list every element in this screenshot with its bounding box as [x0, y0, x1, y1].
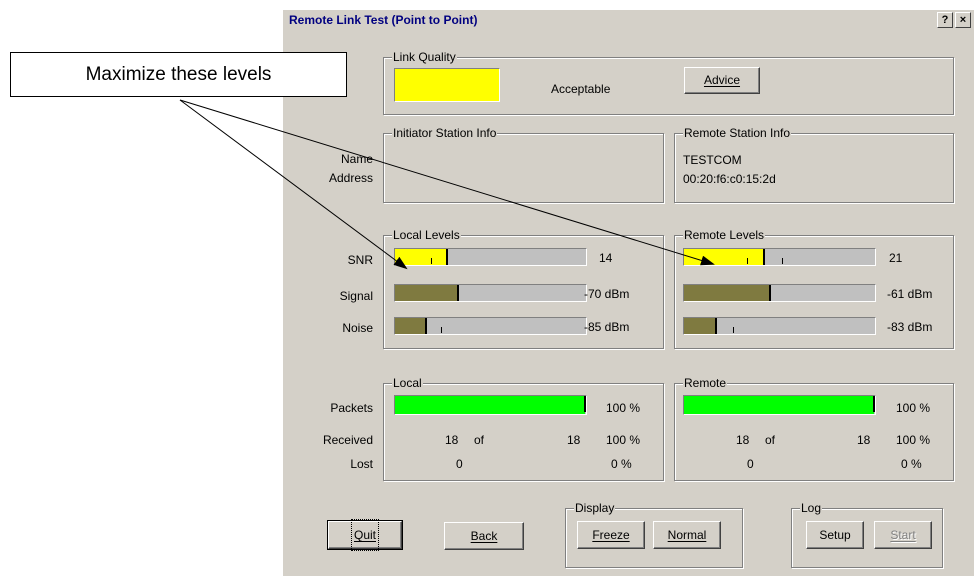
arrow-to-remote-snr — [179, 99, 715, 266]
annotation-arrows — [179, 99, 715, 270]
arrow-to-local-snr — [179, 99, 408, 270]
